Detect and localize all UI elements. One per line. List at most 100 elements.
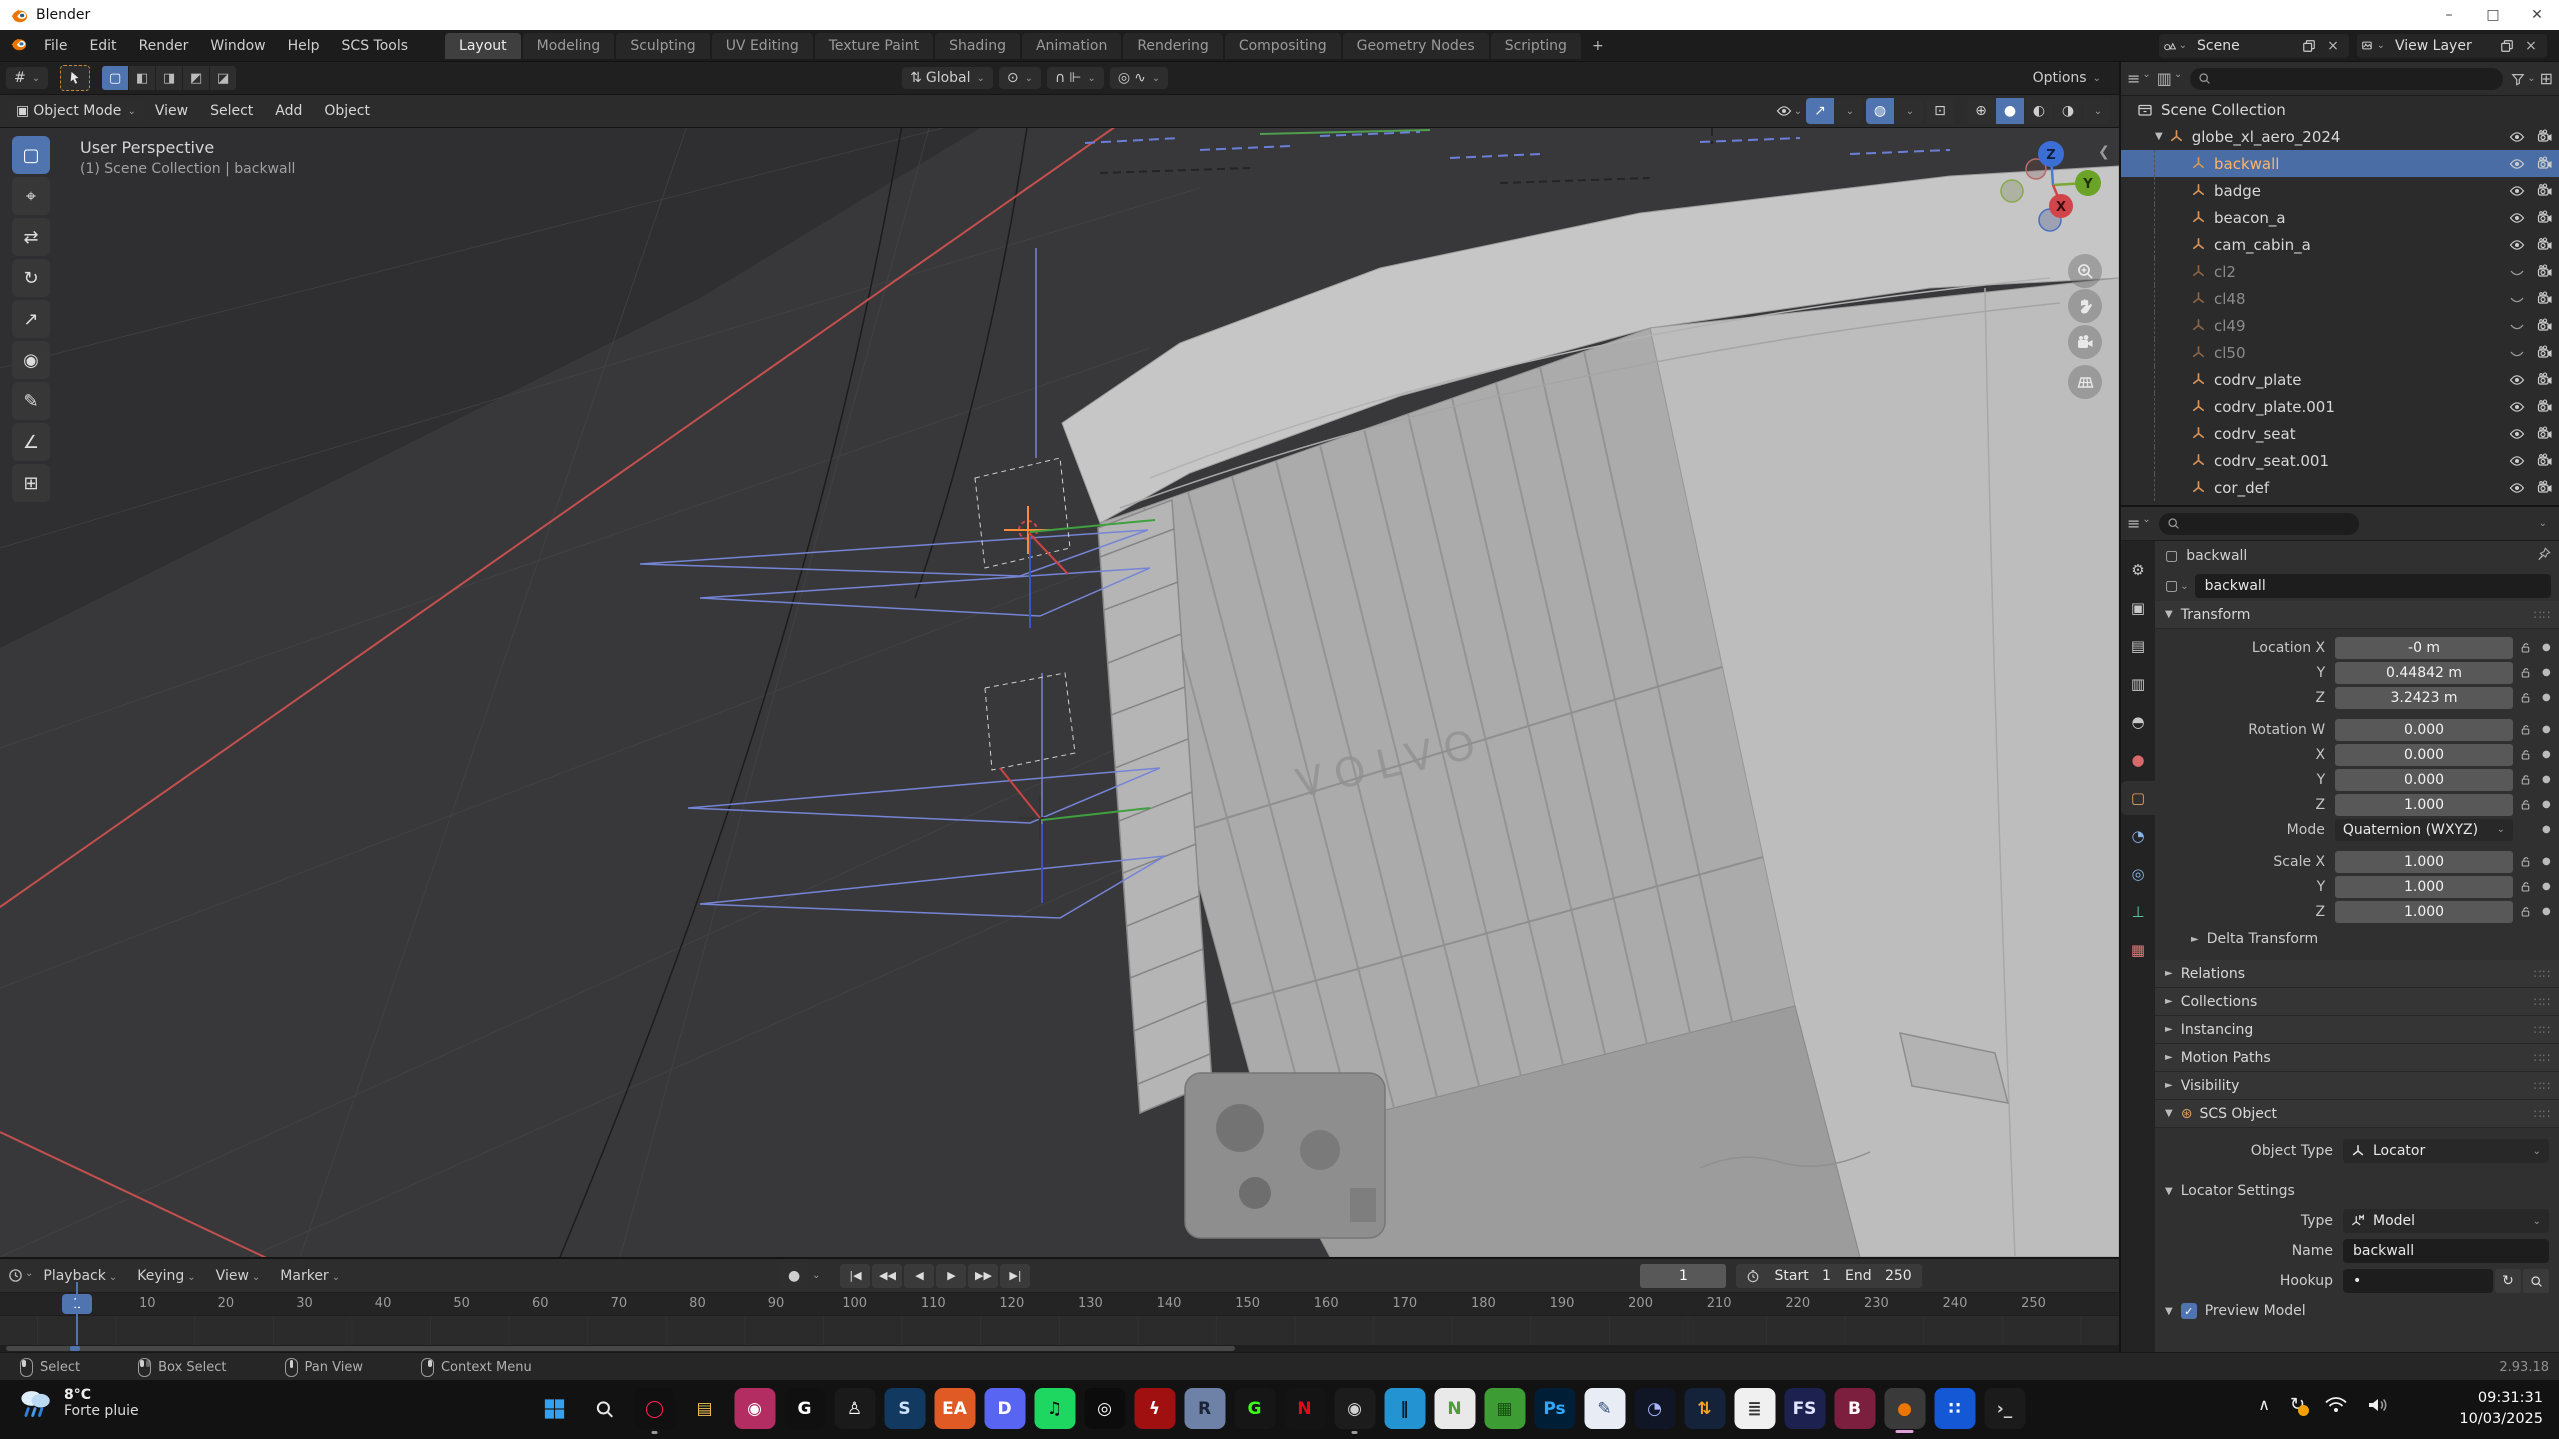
gizmo-dropdown[interactable]: ⌄ bbox=[1835, 98, 1863, 124]
shading-rendered-button[interactable]: ◑ bbox=[2054, 98, 2082, 124]
viewport-tool-button[interactable]: ↻ bbox=[12, 259, 50, 297]
scene-selector[interactable]: ⌄ Scene × bbox=[2159, 34, 2349, 58]
outliner-item[interactable]: codrv_plate bbox=[2121, 366, 2559, 393]
collapsed-section-header[interactable]: ►Visibility∷∷ bbox=[2155, 1072, 2559, 1100]
close-button[interactable]: ✕ bbox=[2515, 0, 2559, 30]
blender-menu-icon[interactable] bbox=[10, 35, 27, 56]
viewport-tool-button[interactable]: ⌖ bbox=[12, 177, 50, 215]
disable-render-icon[interactable] bbox=[2531, 264, 2559, 280]
value-slider[interactable]: 1.000 bbox=[2335, 794, 2513, 816]
taskbar-app-icon[interactable]: ◎ bbox=[1084, 1388, 1125, 1429]
object-data-icon[interactable]: ▢⌄ bbox=[2165, 578, 2189, 594]
pivot-point-dropdown[interactable]: ⊙⌄ bbox=[999, 67, 1041, 89]
value-slider[interactable]: 0.000 bbox=[2335, 719, 2513, 741]
workspace-tab[interactable]: Rendering bbox=[1123, 33, 1223, 59]
animate-dot[interactable]: ● bbox=[2538, 692, 2555, 703]
viewport-tool-button[interactable]: ↗ bbox=[12, 300, 50, 338]
unlink-scene-icon[interactable]: × bbox=[2321, 38, 2345, 54]
properties-tab[interactable]: ▥ bbox=[2121, 667, 2155, 701]
snap-toggle[interactable]: ∩⊩⌄ bbox=[1047, 67, 1104, 89]
disable-render-icon[interactable] bbox=[2531, 372, 2559, 388]
workspace-tab[interactable]: Modeling bbox=[523, 33, 615, 59]
value-slider[interactable]: 0.000 bbox=[2335, 744, 2513, 766]
properties-tab[interactable]: ▣ bbox=[2121, 591, 2155, 625]
menubar-menu[interactable]: Edit bbox=[78, 33, 127, 59]
taskbar-app-icon[interactable]: B bbox=[1834, 1388, 1875, 1429]
hookup-refresh-button[interactable]: ↻ bbox=[2495, 1269, 2521, 1293]
taskbar-app-icon[interactable]: ● bbox=[1884, 1388, 1925, 1429]
viewport-menu[interactable]: View bbox=[144, 98, 199, 124]
value-slider[interactable]: 0.44842 m bbox=[2335, 662, 2513, 684]
collapsed-section-header[interactable]: ►Collections∷∷ bbox=[2155, 988, 2559, 1016]
hide-icon[interactable] bbox=[2503, 210, 2531, 226]
timeline-menu[interactable]: Marker⌄ bbox=[270, 1263, 350, 1289]
taskbar-app-icon[interactable]: ◯ bbox=[634, 1388, 675, 1429]
outliner-item[interactable]: cam_cabin_a bbox=[2121, 231, 2559, 258]
select-mode-subtract[interactable]: ◨ bbox=[156, 66, 182, 90]
unlock-icon[interactable] bbox=[2513, 691, 2538, 704]
hide-icon[interactable] bbox=[2503, 129, 2531, 145]
taskbar-app-icon[interactable]: ‖ bbox=[1384, 1388, 1425, 1429]
properties-tab[interactable]: ▢ bbox=[2121, 781, 2155, 815]
disable-render-icon[interactable] bbox=[2531, 345, 2559, 361]
disable-render-icon[interactable] bbox=[2531, 426, 2559, 442]
current-frame-field[interactable]: 1 bbox=[1640, 1264, 1726, 1288]
update-sync-icon[interactable]: ↻ bbox=[2290, 1394, 2305, 1415]
hide-icon[interactable] bbox=[2503, 480, 2531, 496]
hidden-eye-icon[interactable] bbox=[2503, 264, 2531, 280]
scs-object-section-header[interactable]: ▼ ⊛ SCS Object∷∷ bbox=[2155, 1100, 2559, 1128]
menubar-menu[interactable]: Help bbox=[277, 33, 331, 59]
unlock-icon[interactable] bbox=[2513, 723, 2538, 736]
viewport-menu[interactable]: Select bbox=[199, 98, 264, 124]
disable-render-icon[interactable] bbox=[2531, 318, 2559, 334]
remove-view-layer-icon[interactable]: × bbox=[2519, 38, 2543, 54]
hide-icon[interactable] bbox=[2503, 183, 2531, 199]
show-gizmo-toggle[interactable]: ↗ bbox=[1806, 98, 1834, 124]
outliner-item[interactable]: beacon_a bbox=[2121, 204, 2559, 231]
timeline-menu[interactable]: Keying⌄ bbox=[127, 1263, 205, 1289]
disable-render-icon[interactable] bbox=[2531, 480, 2559, 496]
value-slider[interactable]: 1.000 bbox=[2335, 876, 2513, 898]
properties-tab[interactable]: ▦ bbox=[2121, 933, 2155, 967]
value-slider[interactable]: 1.000 bbox=[2335, 901, 2513, 923]
disable-render-icon[interactable] bbox=[2531, 399, 2559, 415]
timeline-ruler[interactable]: 1020304050607080901001101201301401501601… bbox=[0, 1293, 2119, 1316]
orthographic-toggle-button[interactable] bbox=[2068, 365, 2102, 399]
workspace-tab[interactable]: Animation bbox=[1022, 33, 1121, 59]
properties-tab[interactable]: ▤ bbox=[2121, 629, 2155, 663]
outliner-item[interactable]: cor_def bbox=[2121, 474, 2559, 501]
animate-dot[interactable]: ● bbox=[2538, 906, 2555, 917]
outliner-scene-collection[interactable]: Scene Collection bbox=[2121, 96, 2559, 123]
hookup-browse-button[interactable] bbox=[2523, 1269, 2549, 1293]
locator-name-field[interactable]: backwall bbox=[2343, 1239, 2549, 1263]
hidden-eye-icon[interactable] bbox=[2503, 318, 2531, 334]
taskbar-app-icon[interactable]: EA bbox=[934, 1388, 975, 1429]
delta-transform-section[interactable]: ►Delta Transform bbox=[2155, 924, 2559, 954]
end-frame[interactable]: End 250 bbox=[1845, 1268, 1912, 1284]
search-button[interactable] bbox=[584, 1388, 625, 1429]
value-slider[interactable]: -0 m bbox=[2335, 637, 2513, 659]
unlock-icon[interactable] bbox=[2513, 773, 2538, 786]
select-mode-extend[interactable]: ◧ bbox=[129, 66, 155, 90]
overlays-dropdown[interactable]: ⌄ bbox=[1895, 98, 1923, 124]
xray-toggle[interactable]: ⊡ bbox=[1926, 98, 1954, 124]
taskbar-app-icon[interactable]: ◉ bbox=[734, 1388, 775, 1429]
animate-dot[interactable]: ● bbox=[2538, 724, 2555, 735]
add-workspace-button[interactable]: + bbox=[1583, 34, 1613, 58]
select-mode-set[interactable]: ▢ bbox=[102, 66, 128, 90]
properties-search-input[interactable] bbox=[2159, 513, 2359, 535]
outliner-display-mode-dropdown[interactable]: ≡⌄ bbox=[2127, 69, 2151, 88]
taskbar-app-icon[interactable]: N bbox=[1284, 1388, 1325, 1429]
animate-dot[interactable]: ● bbox=[2538, 881, 2555, 892]
outliner-item[interactable]: badge bbox=[2121, 177, 2559, 204]
preview-model-row[interactable]: ▼ ✓ Preview Model bbox=[2155, 1296, 2559, 1326]
keying-dropdown[interactable]: ⌄ bbox=[812, 1270, 820, 1281]
hide-icon[interactable] bbox=[2503, 156, 2531, 172]
minimize-button[interactable]: – bbox=[2427, 0, 2471, 30]
locator-type-dropdown[interactable]: Model⌄ bbox=[2343, 1209, 2549, 1233]
taskbar-app-icon[interactable]: ▤ bbox=[684, 1388, 725, 1429]
viewport-tool-button[interactable]: ∠ bbox=[12, 423, 50, 461]
playback-button[interactable]: |◀ bbox=[840, 1264, 870, 1288]
workspace-tab[interactable]: UV Editing bbox=[712, 33, 813, 59]
taskbar-app-icon[interactable]: ♫ bbox=[1034, 1388, 1075, 1429]
